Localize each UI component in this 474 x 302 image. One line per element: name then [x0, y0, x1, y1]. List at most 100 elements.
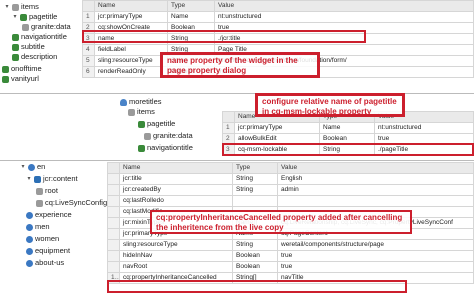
tree-node-label: items: [21, 2, 39, 11]
cell-name: jcr:primaryType: [234, 122, 320, 134]
cell-name: jcr:title: [119, 173, 233, 185]
cell-num: 1: [222, 122, 235, 134]
cell-value: English: [277, 173, 474, 185]
column-header-value[interactable]: Value: [277, 162, 474, 174]
tree-node[interactable]: ▾ jcr:content: [26, 174, 78, 184]
annotation-name-property: name property of the widget in the page …: [160, 52, 320, 78]
node-icon: [138, 120, 145, 128]
table-row[interactable]: 1 jcr:primaryType Name nt:unstructured: [82, 11, 474, 23]
table-row[interactable]: navRoot Boolean true: [107, 261, 474, 273]
tree-node-label: navigationtitle: [147, 143, 193, 152]
cell-name: jcr:primaryType: [94, 11, 168, 23]
collapse-icon[interactable]: ▾: [26, 174, 32, 184]
cell-type: String: [232, 239, 278, 251]
node-icon: [12, 43, 19, 51]
node-icon: [26, 223, 33, 231]
node-icon: [20, 13, 27, 21]
cell-num: [107, 250, 120, 262]
cell-type: Name: [319, 122, 375, 134]
crxde-panel-live-copy: ▾ en ▾ jcr:content root cq:LiveSyncConfig expe…: [20, 162, 474, 302]
cell-num: [107, 173, 120, 185]
table-row[interactable]: 1 jcr:primaryType Name nt:unstructured: [222, 122, 474, 134]
tree-node[interactable]: equipment: [26, 246, 70, 256]
cell-type: Name: [167, 11, 215, 23]
tree-node-label: pagetitle: [29, 12, 58, 21]
tree-node[interactable]: granite:data: [22, 22, 71, 32]
tree-node[interactable]: description: [12, 52, 57, 62]
column-header-type[interactable]: Type: [167, 0, 215, 12]
cell-type: String: [232, 173, 278, 185]
cell-num: [107, 239, 120, 251]
cell-value: admin: [277, 184, 474, 196]
tree-node[interactable]: moretitles: [120, 97, 162, 107]
tree-node[interactable]: root: [36, 186, 58, 196]
tree-node[interactable]: ▾ pagetitle: [12, 12, 57, 22]
cell-name: sling:resourceType: [119, 239, 233, 251]
cell-type: String: [232, 184, 278, 196]
node-icon: [12, 53, 19, 61]
cell-name: navRoot: [119, 261, 233, 273]
tree-node[interactable]: subtitle: [12, 42, 45, 52]
node-icon: [2, 75, 9, 83]
tree-node-label: en: [37, 162, 46, 171]
node-icon: [12, 33, 19, 41]
tree-node-label: navigationtitle: [21, 32, 67, 41]
tree-node[interactable]: ▾ items: [4, 2, 39, 12]
tree-node-label: subtitle: [21, 42, 45, 51]
node-icon: [144, 132, 151, 140]
cell-name: cq:lastRolledo: [119, 195, 233, 207]
column-header-name[interactable]: Name: [119, 162, 233, 174]
tree-node-label: jcr:content: [43, 174, 78, 183]
tree-node[interactable]: granite:data: [144, 131, 193, 141]
tree-node-label: description: [21, 52, 58, 61]
column-header-name[interactable]: Name: [94, 0, 168, 12]
tree-node[interactable]: about-us: [26, 258, 64, 268]
tree-node[interactable]: items: [128, 107, 155, 117]
collapse-icon[interactable]: ▾: [12, 12, 18, 22]
tree-node-label: men: [35, 222, 50, 231]
table-row[interactable]: jcr:title String English: [107, 173, 474, 185]
table-row[interactable]: hideInNav Boolean true: [107, 250, 474, 262]
tree-node-label: vanityurl: [11, 74, 39, 83]
tree-node-label: experience: [35, 210, 72, 219]
tree-node[interactable]: cq:LiveSyncConfig: [36, 198, 107, 208]
crxde-panel-widget-properties: ▾ items ▾ pagetitle granite:data navigationti…: [0, 0, 474, 92]
cell-type: Boolean: [232, 250, 278, 262]
tree-node-label: about-us: [35, 258, 65, 267]
tree-node[interactable]: pagetitle: [138, 119, 175, 129]
tree-node[interactable]: navigationtitle: [138, 143, 193, 153]
table-row[interactable]: sling:resourceType String weretail/compone…: [107, 239, 474, 251]
cell-num: 6: [82, 66, 95, 78]
cell-value: weretail/components/structure/page: [277, 239, 474, 251]
node-icon: [36, 187, 43, 195]
collapse-icon[interactable]: ▾: [20, 162, 26, 172]
cell-num: 1: [82, 11, 95, 23]
node-icon: [26, 259, 33, 267]
node-icon: [138, 144, 145, 152]
tree-node[interactable]: navigationtitle: [12, 32, 67, 42]
cell-name: hideInNav: [119, 250, 233, 262]
column-header-type[interactable]: Type: [232, 162, 278, 174]
cell-value: [277, 195, 474, 207]
cell-num: [107, 217, 120, 229]
tree-node[interactable]: experience: [26, 210, 72, 220]
tree-node-label: pagetitle: [147, 119, 176, 128]
column-header-value[interactable]: Value: [214, 0, 474, 12]
table-row[interactable]: jcr:createdBy String admin: [107, 184, 474, 196]
cell-name: fieldLabel: [94, 44, 168, 56]
collapse-icon[interactable]: ▾: [4, 2, 10, 12]
tree-node-label: moretitles: [129, 97, 162, 106]
node-icon: [2, 65, 9, 73]
cell-value: nt:unstructured: [374, 122, 474, 134]
annotation-msm-lockable: configure relative name of pagetitle in …: [255, 93, 405, 117]
node-icon: [120, 98, 127, 106]
cell-value: true: [277, 250, 474, 262]
tree-node[interactable]: ▾ en: [20, 162, 45, 172]
node-icon: [12, 3, 19, 11]
tree-node[interactable]: women: [26, 234, 59, 244]
tree-node[interactable]: vanityurl: [2, 74, 39, 84]
tree-node[interactable]: men: [26, 222, 50, 232]
tree-node-label: equipment: [35, 246, 71, 255]
tree-node[interactable]: onofftime: [2, 64, 42, 74]
table-row[interactable]: cq:lastRolledo: [107, 195, 474, 207]
